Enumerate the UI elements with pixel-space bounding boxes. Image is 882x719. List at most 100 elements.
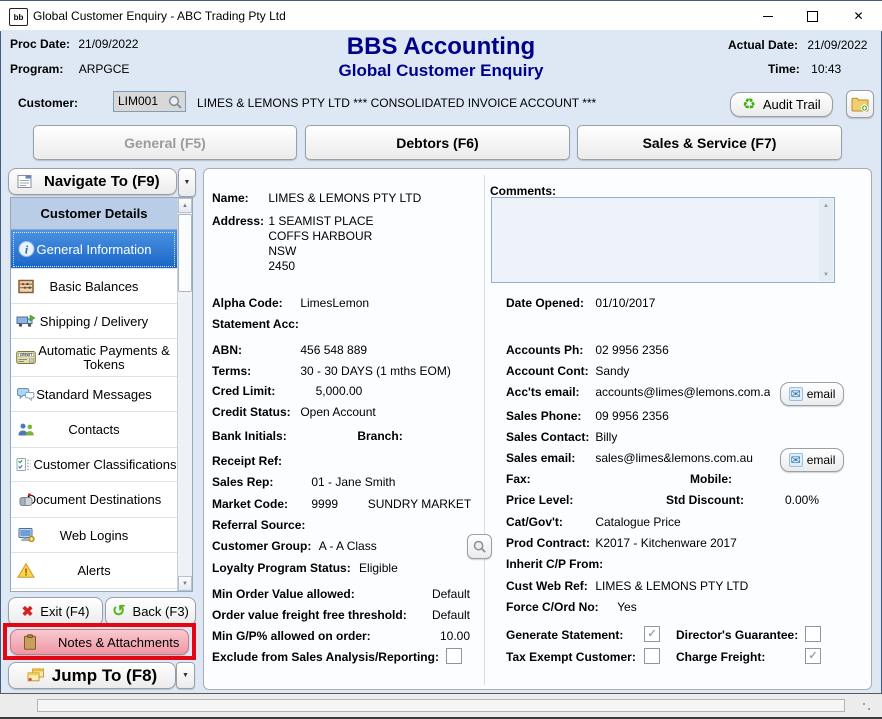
date-opened-label: Date Opened:: [506, 296, 592, 311]
warning-icon: !: [16, 562, 36, 579]
navigate-to-button[interactable]: Navigate To (F9): [8, 168, 177, 195]
close-button[interactable]: ✕: [836, 1, 881, 31]
sidebar-item-shipping-delivery[interactable]: Shipping / Delivery: [11, 304, 177, 339]
cat-govt-value: Catalogue Price: [595, 515, 680, 529]
back-button[interactable]: ↺ Back (F3): [105, 597, 196, 626]
navigate-to-dropdown[interactable]: ▼: [178, 168, 196, 197]
tab-sales-service[interactable]: Sales & Service (F7): [577, 125, 842, 160]
scroll-down-button[interactable]: ▼: [178, 576, 192, 591]
bank-initials-label: Bank Initials:: [212, 429, 354, 444]
customer-search-icon[interactable]: [167, 94, 183, 110]
sales-email-button[interactable]: ✉ email: [780, 448, 844, 472]
scroll-up-button[interactable]: ▲: [178, 198, 192, 213]
checklist-icon: [14, 456, 34, 473]
sidebar-item-custom-fields[interactable]: Custom Fields /: [11, 589, 177, 592]
jump-to-button[interactable]: Jump To (F8): [8, 662, 176, 689]
sidebar-item-contacts[interactable]: Contacts: [11, 412, 177, 448]
branch-label: Branch:: [357, 429, 402, 443]
freight-free-value: Default: [394, 608, 470, 623]
scrollbar-thumb[interactable]: [178, 214, 192, 292]
cust-web-ref-label: Cust Web Ref:: [506, 579, 592, 594]
navigation-list: Customer Details i General Information B…: [10, 197, 193, 592]
field-fax-mobile: Fax: Mobile:: [506, 472, 836, 487]
back-label: Back (F3): [133, 604, 189, 619]
speech-bubbles-icon: [16, 386, 36, 403]
exit-button[interactable]: ✖ Exit (F4): [8, 597, 103, 626]
directors-guarantee-checkbox[interactable]: [805, 626, 821, 642]
tax-exempt-checkbox[interactable]: [644, 648, 660, 664]
sidebar-item-standard-messages[interactable]: Standard Messages: [11, 377, 177, 412]
loyalty-label: Loyalty Program Status:: [212, 561, 351, 575]
accts-email-label: Acc'ts email:: [506, 385, 592, 400]
sidebar-item-general-information[interactable]: i General Information: [11, 230, 177, 269]
market-code-value: 9999: [311, 497, 364, 512]
customer-code-input[interactable]: LIM001: [113, 91, 186, 112]
exit-icon: ✖: [22, 603, 34, 620]
referral-source-label: Referral Source:: [212, 518, 305, 532]
sidebar-item-customer-classifications[interactable]: Customer Classifications: [11, 448, 177, 482]
tab-debtors[interactable]: Debtors (F6): [305, 125, 570, 160]
exit-label: Exit (F4): [40, 604, 89, 619]
scroll-down-icon[interactable]: ▼: [819, 268, 833, 281]
resize-grip[interactable]: [862, 702, 872, 712]
sidebar-item-alerts[interactable]: ! Alerts: [11, 553, 177, 589]
field-market-code: Market Code: 9999 SUNDRY MARKET: [212, 497, 471, 512]
audit-trail-label: Audit Trail: [763, 97, 821, 112]
screen-title: Global Customer Enquiry: [0, 61, 882, 81]
accts-email-button[interactable]: ✉ email: [780, 382, 844, 406]
freight-free-label: Order value freight free threshold:: [212, 608, 407, 622]
actual-date-value: 21/09/2022: [807, 38, 867, 52]
sidebar-item-basic-balances[interactable]: Basic Balances: [11, 269, 177, 304]
field-exclude-sales-analysis: Exclude from Sales Analysis/Reporting:: [212, 650, 482, 665]
customer-group-search-button[interactable]: [467, 534, 492, 559]
generate-statement-checkbox[interactable]: ✓: [644, 626, 660, 642]
address-line: 1 SEAMIST PLACE: [268, 214, 373, 229]
field-price-discount: Price Level: Std Discount: 0.00%: [506, 493, 836, 508]
field-loyalty: Loyalty Program Status: Eligible: [212, 561, 398, 576]
minimize-button[interactable]: [745, 1, 790, 31]
close-icon: ✕: [853, 9, 863, 23]
sidebar-item-automatic-payments[interactable]: CREDIT Automatic Payments & Tokens: [11, 339, 177, 377]
time: Time: 10:43: [768, 62, 841, 77]
maximize-button[interactable]: [790, 1, 835, 31]
sidebar-item-label: General Information: [37, 242, 152, 257]
navigation-items: Customer Details i General Information B…: [11, 198, 177, 592]
sidebar-item-document-destinations[interactable]: Document Destinations: [11, 482, 177, 518]
title-bar[interactable]: bb Global Customer Enquiry - ABC Trading…: [0, 0, 882, 31]
charge-freight-label: Charge Freight:: [676, 650, 765, 665]
accounts-ph-value: 02 9956 2356: [595, 343, 668, 357]
nav-scrollbar[interactable]: ▲ ▼: [177, 198, 192, 591]
notes-attachments-button[interactable]: Notes & Attachments: [10, 629, 189, 655]
audit-trail-button[interactable]: ♻ Audit Trail: [730, 92, 833, 117]
comments-scrollbar[interactable]: ▲ ▼: [819, 199, 833, 281]
jump-to-dropdown[interactable]: ▼: [176, 662, 195, 689]
nav-group-customer-details: Customer Details: [11, 198, 177, 230]
sales-contact-label: Sales Contact:: [506, 430, 592, 445]
field-terms: Terms: 30 - 30 DAYS (1 mths EOM): [212, 364, 451, 379]
field-statement-acc: Statement Acc:: [212, 317, 297, 332]
search-icon: [472, 539, 487, 554]
sidebar-item-web-logins[interactable]: Web Logins: [11, 518, 177, 553]
window-title: Global Customer Enquiry - ABC Trading Pt…: [33, 9, 286, 23]
navigate-to-label: Navigate To (F9): [44, 173, 160, 190]
truck-icon: [16, 313, 36, 330]
customer-code-value: LIM001: [118, 94, 158, 108]
exclude-checkbox[interactable]: [446, 648, 462, 664]
min-gp-label: Min G/P% allowed on order:: [212, 629, 371, 643]
field-abn: ABN: 456 548 889: [212, 343, 367, 358]
scroll-up-icon[interactable]: ▲: [819, 199, 833, 212]
check-icon: ✓: [808, 649, 817, 664]
sales-rep-value: 01 - Jane Smith: [311, 475, 395, 489]
std-discount-label: Std Discount:: [666, 493, 744, 508]
scroll-down-icon: ▼: [182, 581, 188, 587]
name-value: LIMES & LEMONS PTY LTD: [268, 191, 421, 205]
comments-textarea[interactable]: ▲ ▼: [491, 197, 835, 283]
tab-general[interactable]: General (F5): [33, 125, 297, 160]
address-line: NSW: [268, 244, 373, 259]
sales-phone-label: Sales Phone:: [506, 409, 592, 424]
cust-web-ref-value: LIMES & LEMONS PTY LTD: [595, 579, 748, 593]
charge-freight-checkbox[interactable]: ✓: [805, 648, 821, 664]
account-cont-label: Account Cont:: [506, 364, 592, 379]
open-folder-button[interactable]: [846, 90, 874, 118]
field-customer-group: Customer Group: A - A Class: [212, 539, 377, 554]
